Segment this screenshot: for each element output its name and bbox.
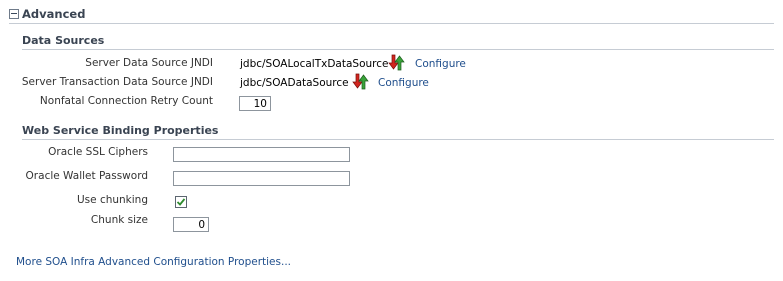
chunk-size-input[interactable] bbox=[173, 217, 209, 232]
ssl-ciphers-input[interactable] bbox=[173, 147, 350, 162]
tx-jndi-value: jdbc/SOADataSource bbox=[240, 77, 349, 89]
test-connection-icon[interactable] bbox=[388, 54, 406, 71]
server-jndi-label: Server Data Source JNDI bbox=[85, 57, 213, 69]
retry-count-input[interactable] bbox=[239, 96, 271, 111]
ws-binding-title: Web Service Binding Properties bbox=[22, 124, 219, 137]
tx-jndi-configure-link[interactable]: Configure bbox=[378, 77, 429, 89]
wallet-password-input[interactable] bbox=[173, 171, 350, 186]
advanced-section-header[interactable]: Advanced bbox=[9, 5, 85, 23]
use-chunking-label: Use chunking bbox=[76, 194, 148, 206]
collapse-icon[interactable] bbox=[9, 9, 19, 19]
data-sources-divider bbox=[22, 49, 774, 50]
checkmark-icon bbox=[176, 198, 186, 206]
server-jndi-configure-link[interactable]: Configure bbox=[415, 58, 466, 70]
ssl-ciphers-label: Oracle SSL Ciphers bbox=[48, 146, 148, 158]
tx-jndi-label: Server Transaction Data Source JNDI bbox=[21, 76, 213, 88]
section-divider bbox=[9, 23, 774, 24]
server-jndi-value: jdbc/SOALocalTxDataSource bbox=[240, 58, 389, 70]
chunk-size-label: Chunk size bbox=[90, 214, 148, 226]
section-title: Advanced bbox=[22, 7, 86, 21]
data-sources-title: Data Sources bbox=[22, 34, 105, 47]
ws-binding-divider bbox=[22, 139, 774, 140]
test-connection-icon[interactable] bbox=[352, 73, 370, 90]
use-chunking-checkbox[interactable] bbox=[175, 196, 187, 208]
retry-count-label: Nonfatal Connection Retry Count bbox=[39, 95, 213, 107]
wallet-password-label: Oracle Wallet Password bbox=[25, 170, 148, 182]
more-properties-link[interactable]: More SOA Infra Advanced Configuration Pr… bbox=[16, 256, 291, 268]
